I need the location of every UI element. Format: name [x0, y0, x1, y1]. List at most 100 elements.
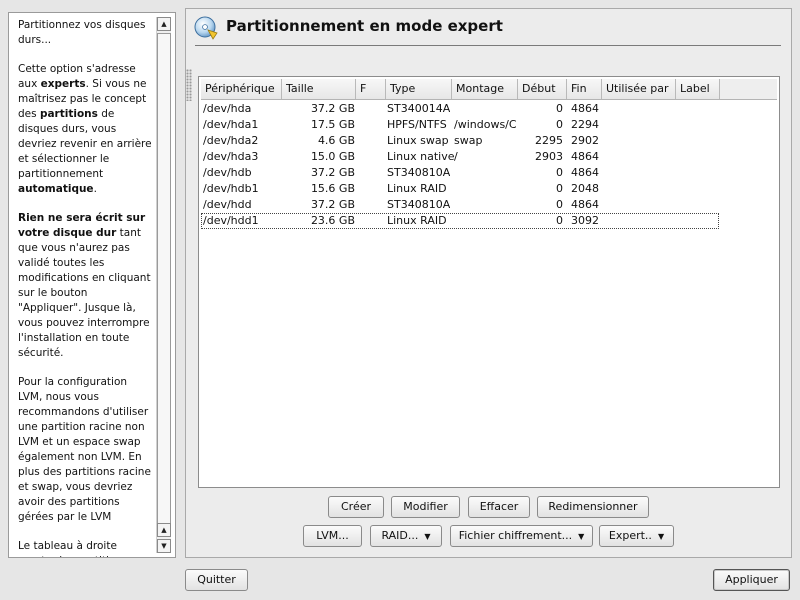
crypt-file-dropdown-button[interactable]: Fichier chiffrement... ▼	[450, 525, 593, 547]
apply-button-label: Appliquer	[725, 573, 778, 586]
table-cell: 4864	[571, 102, 599, 115]
modify-button-label: Modifier	[403, 500, 448, 513]
help-paragraph-3: Rien ne sera écrit sur votre disque dur …	[18, 211, 154, 361]
raid-dropdown-button[interactable]: RAID... ▼	[370, 525, 442, 547]
table-cell: swap	[454, 134, 483, 147]
modify-button[interactable]: Modifier	[391, 496, 460, 518]
table-cell: ST340810A	[387, 198, 451, 211]
table-cell: 23.6 GB	[310, 214, 355, 227]
help-bold-experts: experts	[40, 78, 86, 90]
help-paragraph-4: Pour la configuration LVM, nous vous rec…	[18, 376, 151, 523]
table-row[interactable]: /dev/hdb1 15.6 GB Linux RAID 0 2048	[201, 181, 719, 197]
column-header-debut[interactable]: Début	[518, 79, 567, 99]
main-panel: Partitionnement en mode expert Périphéri…	[185, 8, 792, 558]
table-cell: /dev/hdb1	[203, 182, 259, 195]
lvm-button-label: LVM...	[316, 529, 349, 542]
help-pane: Partitionnez vos disques durs... Cette o…	[8, 12, 176, 558]
dropdown-arrow-icon: ▼	[424, 532, 431, 541]
help-paragraph-2: Cette option s'adresse aux experts. Si v…	[18, 62, 154, 197]
table-row[interactable]: /dev/hda1 17.5 GB HPFS/NTFS/windows/C 0 2294	[201, 117, 719, 133]
resize-button-label: Redimensionner	[548, 500, 638, 513]
table-cell: 15.6 GB	[310, 182, 355, 195]
table-cell: 15.0 GB	[310, 150, 355, 163]
quit-button[interactable]: Quitter	[185, 569, 248, 591]
column-header-taille[interactable]: Taille	[282, 79, 356, 99]
table-cell: /dev/hdb	[203, 166, 252, 179]
disk-partition-icon	[194, 16, 218, 40]
help-bold-automatique: automatique	[18, 183, 94, 195]
scrollbar-thumb[interactable]	[157, 33, 171, 531]
expert-button-label: Expert..	[608, 529, 652, 542]
table-cell: 2903	[535, 150, 563, 163]
table-cell: Linux swap	[387, 134, 449, 147]
table-cell: /dev/hda2	[203, 134, 259, 147]
column-header-fin[interactable]: Fin	[567, 79, 602, 99]
table-cell: ST340014A	[387, 102, 451, 115]
scroll-up-arrow-icon[interactable]: ▲	[157, 523, 171, 537]
help-scrollbar[interactable]: ▲ ▲ ▼	[156, 17, 171, 553]
table-cell: Linux RAID	[387, 214, 447, 227]
drag-handle-grip[interactable]	[186, 69, 192, 101]
table-header: Périphérique Taille F Type Montage Début Fin Ut…	[201, 79, 777, 100]
help-bold-partitions: partitions	[39, 108, 98, 120]
table-cell: /dev/hda3	[203, 150, 259, 163]
table-cell: 4864	[571, 150, 599, 163]
table-row[interactable]: /dev/hda3 15.0 GB Linux native/ 2903 4864	[201, 149, 719, 165]
table-cell: HPFS/NTFS	[387, 118, 447, 131]
column-header-utilisee-par[interactable]: Utilisée par	[602, 79, 676, 99]
raid-button-label: RAID...	[381, 529, 419, 542]
table-cell: 37.2 GB	[310, 198, 355, 211]
scroll-up-arrow-icon[interactable]: ▲	[157, 17, 171, 31]
lvm-button[interactable]: LVM...	[303, 525, 362, 547]
title-divider	[195, 45, 781, 46]
quit-button-label: Quitter	[197, 573, 236, 586]
scroll-down-arrow-icon[interactable]: ▼	[157, 539, 171, 553]
table-cell: /dev/hdd	[203, 198, 252, 211]
column-header-montage[interactable]: Montage	[452, 79, 518, 99]
table-cell: /windows/C	[454, 118, 517, 131]
table-cell: 4864	[571, 198, 599, 211]
create-button[interactable]: Créer	[328, 496, 384, 518]
delete-button-label: Effacer	[479, 500, 519, 513]
help-text: Partitionnez vos disques durs... Cette o…	[18, 18, 154, 557]
table-cell: 37.2 GB	[310, 166, 355, 179]
table-cell: /dev/hdd1	[203, 214, 259, 227]
help-text-run: .	[93, 183, 97, 195]
create-button-label: Créer	[340, 500, 372, 513]
table-row[interactable]: /dev/hdd 37.2 GB ST340810A 0 4864	[201, 197, 719, 213]
table-cell: 2902	[571, 134, 599, 147]
apply-button[interactable]: Appliquer	[713, 569, 790, 591]
help-paragraph-1: Partitionnez vos disques durs...	[18, 19, 146, 46]
column-header-label[interactable]: Label	[676, 79, 720, 99]
dropdown-arrow-icon: ▼	[578, 532, 585, 541]
table-cell: 0	[556, 166, 563, 179]
dropdown-arrow-icon: ▼	[657, 532, 665, 541]
table-cell: /dev/hda	[203, 102, 252, 115]
table-row[interactable]: /dev/hdb 37.2 GB ST340810A 0 4864	[201, 165, 719, 181]
table-cell: 0	[556, 118, 563, 131]
table-cell: 17.5 GB	[310, 118, 355, 131]
partition-table[interactable]: Périphérique Taille F Type Montage Début Fin Ut…	[198, 76, 780, 488]
table-cell: 4.6 GB	[317, 134, 355, 147]
expert-dropdown-button[interactable]: Expert.. ▼	[599, 525, 674, 547]
delete-button[interactable]: Effacer	[468, 496, 530, 518]
page-title: Partitionnement en mode expert	[226, 17, 503, 35]
table-row[interactable]: /dev/hda2 4.6 GB Linux swap swap 2295 2902	[201, 133, 719, 149]
table-cell: 4864	[571, 166, 599, 179]
table-cell: /dev/hda1	[203, 118, 259, 131]
column-header-type[interactable]: Type	[386, 79, 452, 99]
table-cell: Linux RAID	[387, 182, 447, 195]
table-cell: 0	[556, 182, 563, 195]
table-cell: 2295	[535, 134, 563, 147]
table-cell: Linux native	[387, 150, 455, 163]
table-row[interactable]: /dev/hda 37.2 GB ST340014A 0 4864	[201, 101, 719, 117]
table-cell: /	[454, 150, 458, 163]
column-header-peripherique[interactable]: Périphérique	[201, 79, 282, 99]
table-cell: 0	[556, 198, 563, 211]
resize-button[interactable]: Redimensionner	[537, 496, 649, 518]
table-cell: 2048	[571, 182, 599, 195]
table-row[interactable]: /dev/hdd1 23.6 GB Linux RAID 0 3092	[201, 213, 719, 229]
help-paragraph-5: Le tableau à droite montre les partition…	[18, 540, 128, 557]
column-header-f[interactable]: F	[356, 79, 386, 99]
help-text-run: tant que vous n'aurez pas validé toutes …	[18, 227, 151, 359]
